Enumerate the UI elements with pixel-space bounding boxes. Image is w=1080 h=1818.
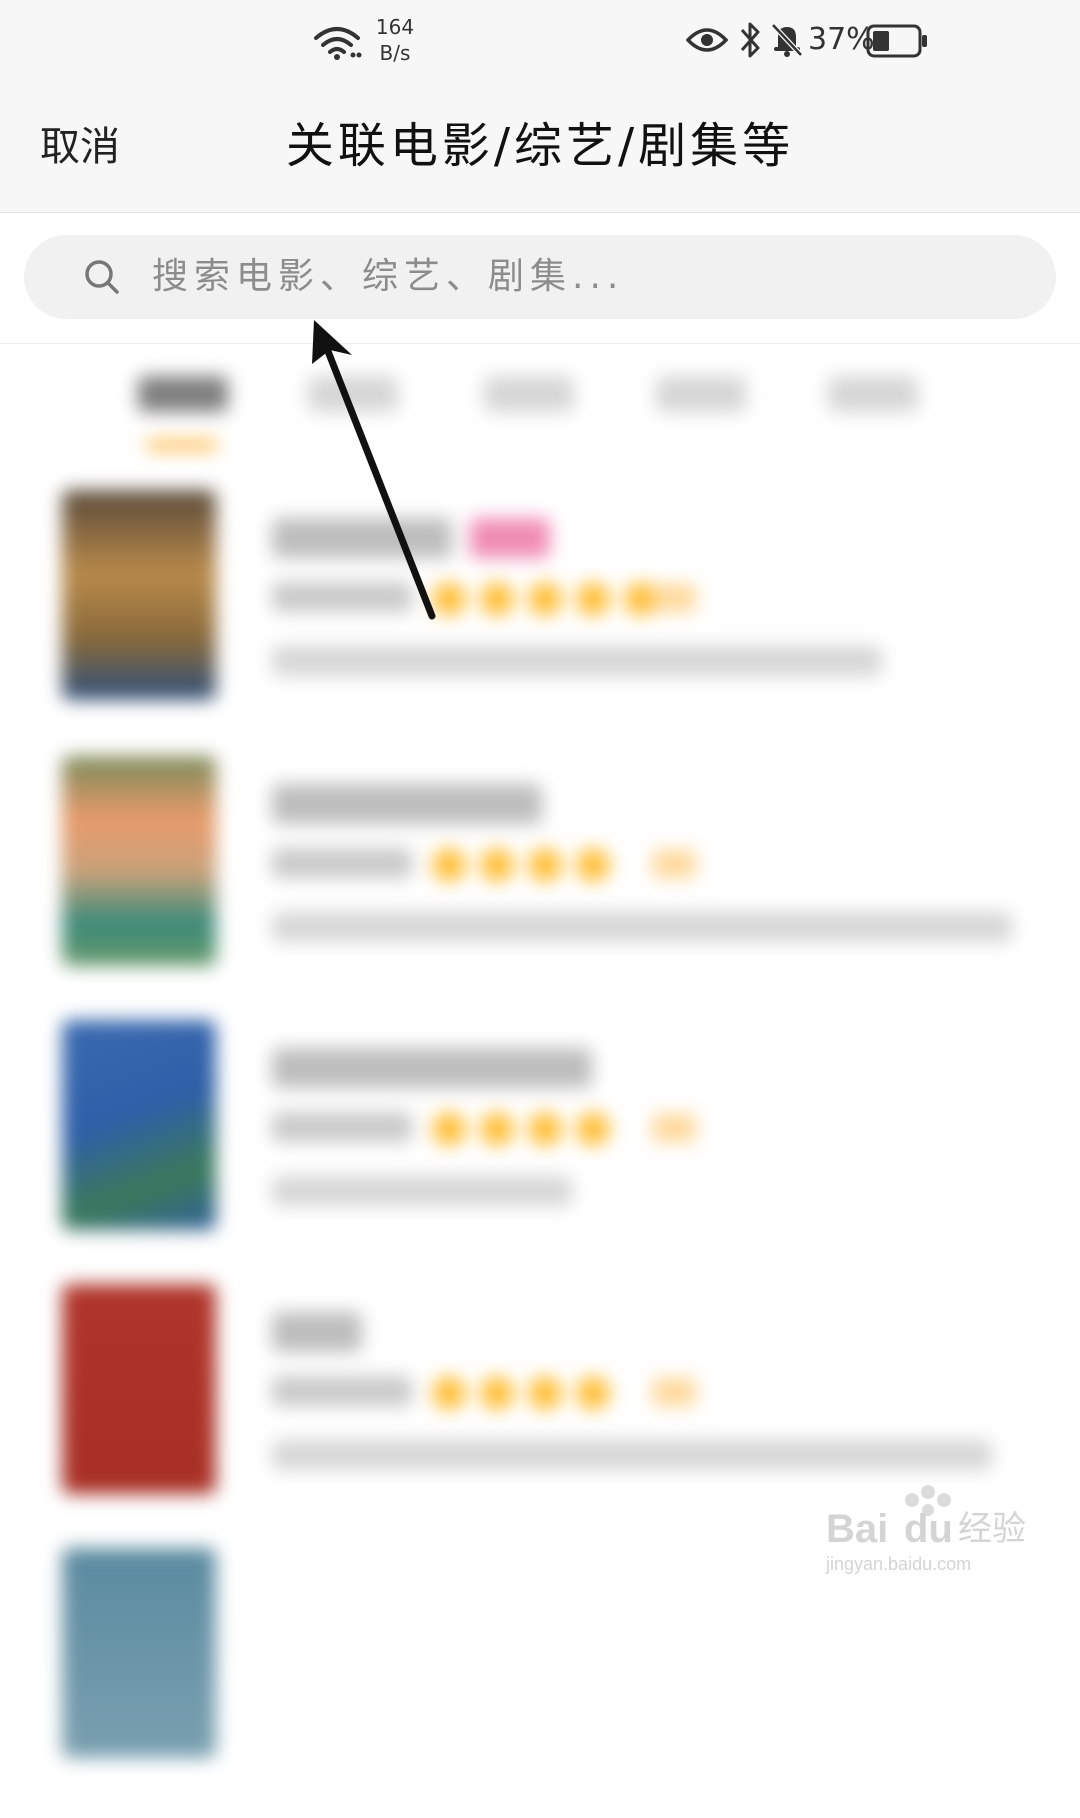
page-title: 关联电影/综艺/剧集等 <box>285 118 795 174</box>
network-speed: 164 B/s <box>370 14 420 66</box>
text-placeholder <box>272 848 412 878</box>
text-placeholder <box>272 912 1012 942</box>
text-placeholder <box>272 1376 412 1406</box>
score-placeholder <box>652 1114 696 1142</box>
battery-icon <box>866 24 927 58</box>
star-icon <box>432 1112 466 1146</box>
cancel-button[interactable]: 取消 <box>40 122 120 172</box>
svg-text:jingyan.baidu.com: jingyan.baidu.com <box>825 1554 971 1574</box>
star-icon <box>528 1376 562 1410</box>
star-icon <box>528 1112 562 1146</box>
title-placeholder <box>272 1312 362 1352</box>
list-item[interactable] <box>0 756 1080 1026</box>
score-placeholder <box>652 1378 696 1406</box>
search-placeholder: 搜索电影、综艺、剧集... <box>152 256 625 297</box>
star-icon <box>576 1376 610 1410</box>
network-speed-unit: B/s <box>379 41 411 65</box>
bell-muted-icon <box>771 23 803 57</box>
battery-percent: 37% <box>808 22 875 57</box>
header: 取消 关联电影/综艺/剧集等 <box>0 86 1080 213</box>
category-tab[interactable] <box>656 376 746 412</box>
star-icon <box>432 1376 466 1410</box>
search-input[interactable]: 搜索电影、综艺、剧集... <box>24 235 1056 319</box>
text-placeholder <box>272 646 882 676</box>
status-bar: 164 B/s 37% <box>0 0 1080 86</box>
poster-image <box>62 490 216 700</box>
text-placeholder <box>272 1440 992 1470</box>
list-item[interactable] <box>0 1020 1080 1290</box>
poster-image <box>62 1284 216 1494</box>
baidu-jingyan-watermark-logo: Bai du 经验 jingyan.baidu.com <box>825 1485 1026 1574</box>
star-icon <box>528 582 562 616</box>
star-icon <box>480 582 514 616</box>
star-icon <box>576 848 610 882</box>
text-placeholder <box>272 1176 572 1206</box>
category-tab-active[interactable] <box>138 376 228 412</box>
star-icon <box>528 848 562 882</box>
score-placeholder <box>652 584 696 612</box>
bluetooth-icon <box>740 22 760 58</box>
category-tab[interactable] <box>308 376 398 412</box>
title-placeholder <box>272 1048 592 1088</box>
list-item[interactable] <box>0 1548 1080 1818</box>
svg-text:经验: 经验 <box>958 1509 1026 1549</box>
star-icon <box>576 582 610 616</box>
text-placeholder <box>272 582 412 612</box>
title-placeholder <box>272 518 452 558</box>
star-icon <box>480 848 514 882</box>
blurred-results <box>0 344 1080 1758</box>
eye-icon <box>686 28 728 52</box>
score-placeholder <box>652 850 696 878</box>
text-placeholder <box>272 1112 412 1142</box>
category-tab[interactable] <box>828 376 918 412</box>
star-icon <box>480 1112 514 1146</box>
svg-text:Bai: Bai <box>826 1507 888 1551</box>
svg-text:du: du <box>904 1507 953 1551</box>
poster-image <box>62 756 216 966</box>
poster-image <box>62 1020 216 1230</box>
star-icon <box>432 848 466 882</box>
star-icon <box>576 1112 610 1146</box>
tab-indicator <box>146 440 218 450</box>
tag-badge <box>470 518 550 558</box>
search-section: 搜索电影、综艺、剧集... <box>0 213 1080 344</box>
category-tab[interactable] <box>484 376 574 412</box>
search-icon <box>85 260 119 294</box>
poster-image <box>62 1548 216 1758</box>
network-speed-value: 164 <box>375 15 415 39</box>
star-icon <box>432 582 466 616</box>
title-placeholder <box>272 784 542 824</box>
list-item[interactable] <box>0 490 1080 760</box>
wifi-icon <box>314 27 362 60</box>
star-icon <box>480 1376 514 1410</box>
